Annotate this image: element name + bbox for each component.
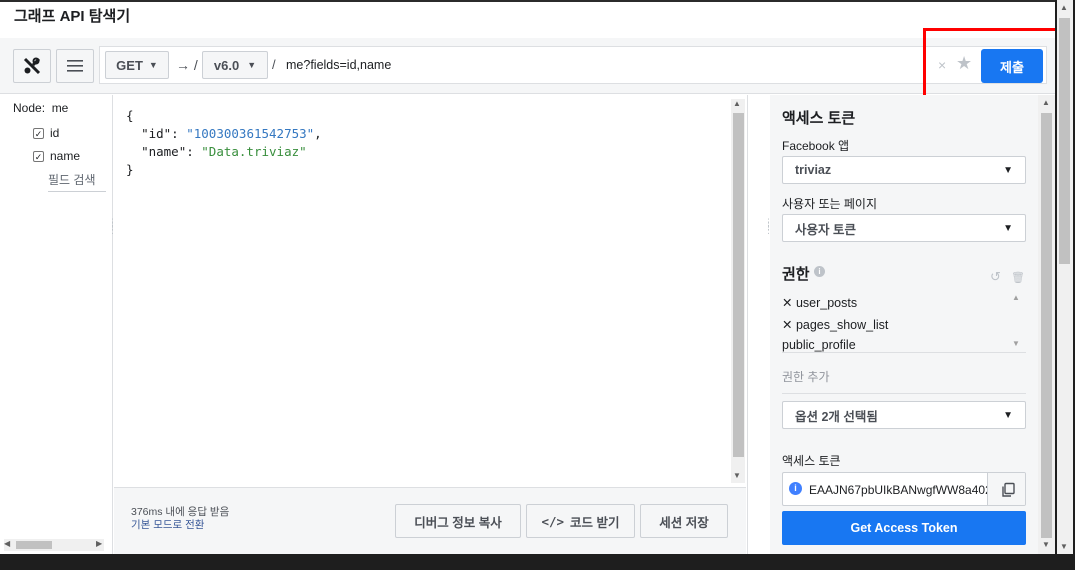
http-method-value: GET [116, 57, 143, 73]
title-bar: 그래프 API 탐색기 [0, 0, 1055, 36]
vertical-scrollbar[interactable]: ▲ ▼ [731, 99, 745, 483]
json-key: "id" [141, 126, 172, 141]
hamburger-icon [67, 60, 83, 72]
facebook-app-select[interactable]: triviaz ▼ [782, 156, 1026, 184]
tools-button[interactable] [13, 49, 51, 83]
tools-icon [23, 57, 41, 75]
query-input[interactable] [284, 53, 924, 77]
response-footer: 376ms 내에 응답 받음 기본 모드로 전환 디버그 정보 복사 </> 코… [114, 487, 746, 554]
options-select[interactable]: 옵션 2개 선택됨 ▼ [782, 401, 1026, 429]
checkbox-id[interactable]: ✓ [33, 127, 44, 139]
permission-list: ✕ user_posts ✕ pages_show_list public_pr… [782, 291, 1026, 353]
horizontal-scrollbar[interactable]: ◀ ▶ [4, 539, 104, 551]
api-version-value: v6.0 [213, 57, 240, 73]
copy-icon [1001, 482, 1015, 497]
node-field-panel: Node: me ✓ id ✓ name 필드 검색 ◀ ▶ [0, 95, 113, 554]
permissions-heading: 권한 [782, 266, 810, 283]
chevron-down-icon: ▼ [1003, 223, 1013, 234]
response-panel: { "id": "100300361542753", "name": "Data… [114, 95, 748, 554]
scroll-right-icon[interactable]: ▶ [96, 539, 102, 548]
field-name-name: name [50, 149, 81, 163]
app-value: triviaz [795, 163, 832, 177]
get-code-button[interactable]: </> 코드 받기 [526, 504, 635, 538]
get-access-token-button[interactable]: Get Access Token [782, 511, 1026, 545]
scroll-up-icon[interactable]: ▲ [1012, 293, 1020, 302]
save-session-button[interactable]: 세션 저장 [640, 504, 728, 538]
page-title: 그래프 API 탐색기 [14, 8, 131, 25]
chevron-down-icon: ▼ [1003, 410, 1013, 421]
checkbox-name[interactable]: ✓ [33, 150, 44, 162]
scroll-up-icon[interactable]: ▲ [1042, 98, 1050, 107]
response-json: { "id": "100300361542753", "name": "Data… [126, 108, 322, 177]
path-arrow: → / [176, 57, 198, 73]
vertical-scrollbar[interactable]: ▲ ▼ [1038, 95, 1055, 554]
window-bottom-edge [0, 554, 1075, 570]
http-method-select[interactable]: GET ▼ [105, 51, 169, 79]
code-icon: </> [541, 513, 565, 529]
permission-item[interactable]: ✕ user_posts [782, 295, 857, 310]
menu-button[interactable] [56, 49, 94, 83]
json-value: "Data.triviaz" [201, 144, 307, 159]
info-icon[interactable]: i [789, 482, 802, 495]
scroll-left-icon[interactable]: ◀ [4, 539, 10, 548]
chevron-down-icon: ▼ [148, 60, 158, 70]
scroll-down-icon[interactable]: ▼ [1060, 542, 1068, 551]
access-token-field[interactable]: i EAAJN67pbUIkBANwgfWW8a402 [782, 472, 1026, 506]
scroll-down-icon[interactable]: ▼ [1042, 540, 1050, 549]
scrollbar-thumb[interactable] [16, 541, 52, 549]
info-icon[interactable]: i [814, 266, 825, 277]
field-search-input[interactable]: 필드 검색 [48, 171, 106, 192]
json-value: "100300361542753" [186, 126, 315, 141]
trash-icon[interactable]: 🗑 [1011, 271, 1025, 284]
chevron-down-icon: ▼ [1003, 165, 1013, 176]
node-label: Node: me [13, 101, 69, 115]
vertical-scrollbar[interactable]: ▲ ▼ [1010, 291, 1024, 353]
scroll-down-icon[interactable]: ▼ [1012, 339, 1020, 348]
undo-icon[interactable]: ↺ [990, 269, 1001, 285]
field-name-id: id [50, 126, 60, 140]
request-url-bar: GET ▼ → / v6.0 ▼ / × ★ 제출 [99, 46, 1047, 84]
basic-mode-link[interactable]: 기본 모드로 전환 [131, 517, 204, 532]
add-permission-input[interactable]: 권한 추가 [782, 368, 1026, 394]
token-label: 액세스 토큰 [782, 454, 841, 468]
path-separator: / [272, 57, 276, 72]
scrollbar-thumb[interactable] [733, 113, 744, 457]
user-page-value: 사용자 토큰 [795, 222, 856, 237]
permission-item[interactable]: public_profile [782, 338, 856, 352]
json-key: "name" [141, 144, 187, 159]
options-value: 옵션 2개 선택됨 [795, 409, 878, 424]
scrollbar-thumb[interactable] [1059, 18, 1070, 264]
access-token-value: EAAJN67pbUIkBANwgfWW8a402 [809, 483, 987, 497]
scroll-up-icon[interactable]: ▲ [733, 99, 741, 108]
chevron-down-icon: ▼ [247, 60, 257, 70]
user-or-page-select[interactable]: 사용자 토큰 ▼ [782, 214, 1026, 242]
window-scrollbar[interactable]: ▲ ▼ [1055, 0, 1075, 570]
field-row-name[interactable]: ✓ name [33, 149, 80, 163]
app-label: Facebook 앱 [782, 139, 850, 153]
field-row-id[interactable]: ✓ id [33, 126, 59, 140]
copy-token-button[interactable] [987, 473, 1025, 505]
scroll-down-icon[interactable]: ▼ [733, 471, 741, 480]
scrollbar-thumb[interactable] [1041, 113, 1052, 538]
access-token-panel: 액세스 토큰 Facebook 앱 triviaz ▼ 사용자 또는 페이지 사… [770, 95, 1055, 554]
api-version-select[interactable]: v6.0 ▼ [202, 51, 268, 79]
panel-title: 액세스 토큰 [782, 110, 856, 127]
get-code-label: 코드 받기 [570, 515, 620, 530]
user-page-label: 사용자 또는 페이지 [782, 197, 877, 211]
scroll-up-icon[interactable]: ▲ [1060, 3, 1068, 12]
copy-debug-info-button[interactable]: 디버그 정보 복사 [395, 504, 521, 538]
toolbar: GET ▼ → / v6.0 ▼ / × ★ 제출 [0, 38, 1055, 94]
permission-item[interactable]: ✕ pages_show_list [782, 317, 888, 332]
